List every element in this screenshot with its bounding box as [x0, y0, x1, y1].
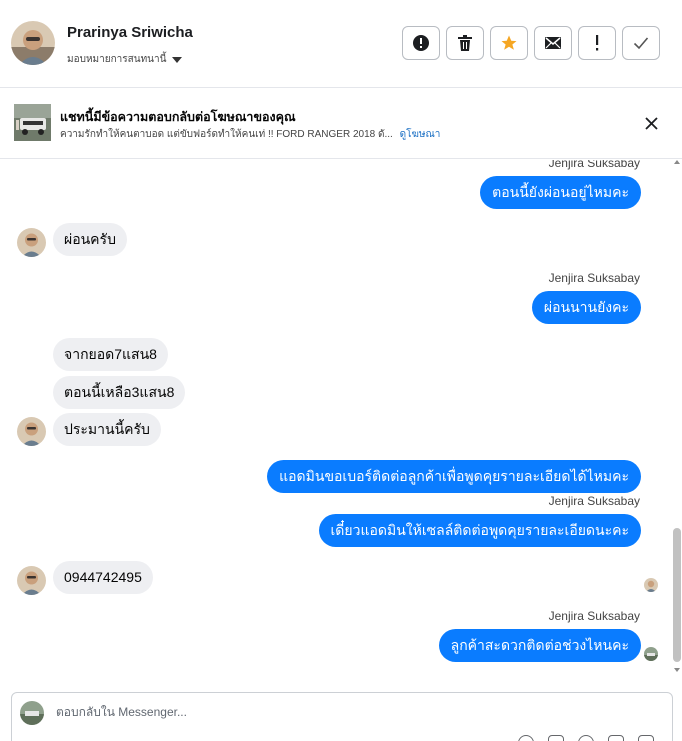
scrollbar-thumb[interactable] [673, 528, 681, 662]
reply-composer [11, 692, 673, 741]
sticker-icon[interactable] [608, 735, 624, 741]
contact-name[interactable]: Prarinya Sriwicha [67, 24, 193, 41]
scroll-up-arrow-icon[interactable] [674, 160, 680, 164]
image-icon[interactable] [548, 735, 564, 741]
close-banner-button[interactable] [641, 113, 661, 133]
ad-thumbnail[interactable] [14, 104, 51, 141]
ad-text: ความรักทำให้คนตาบอด แต่ขับฟอร์ดทำให้คนเท… [60, 129, 393, 140]
outgoing-message[interactable]: ผ่อนนานยังคะ [531, 291, 641, 324]
view-ad-link[interactable]: ดูโฆษณา [400, 129, 441, 140]
report-button[interactable] [402, 26, 440, 60]
page-avatar [20, 701, 44, 725]
contact-avatar[interactable] [11, 21, 55, 65]
message-thread: Jenjira Suksabay ตอนนี้ยังผ่อนอยู่ไหมคะ … [0, 160, 682, 686]
outgoing-message[interactable]: แอดมินขอเบอร์ติดต่อลูกค้าเพื่อพูดคุยรายล… [267, 460, 641, 493]
attachment-icon[interactable] [518, 735, 534, 741]
seen-avatar [644, 647, 658, 661]
envelope-icon [545, 37, 561, 49]
outgoing-message[interactable]: ตอนนี้ยังผ่อนอยู่ไหมคะ [480, 176, 641, 209]
alert-circle-icon [413, 35, 429, 51]
check-icon [633, 37, 649, 50]
star-button[interactable] [490, 26, 528, 60]
sender-name: Jenjira Suksabay [548, 271, 640, 285]
outgoing-message[interactable]: ลูกค้าสะดวกติดต่อช่วงไหนคะ [438, 629, 641, 662]
incoming-message[interactable]: จากยอด7แสน8 [53, 338, 168, 371]
seen-avatar [644, 578, 658, 592]
mark-unread-button[interactable] [534, 26, 572, 60]
delete-button[interactable] [446, 26, 484, 60]
ad-banner-subtitle: ความรักทำให้คนตาบอด แต่ขับฟอร์ดทำให้คนเท… [60, 127, 440, 142]
reply-input[interactable] [56, 705, 616, 719]
sender-name: Jenjira Suksabay [548, 494, 640, 508]
contact-avatar-small[interactable] [17, 566, 46, 595]
thread-scrollbar[interactable] [671, 160, 682, 686]
scroll-down-arrow-icon[interactable] [674, 668, 680, 672]
incoming-message[interactable]: ผ่อนครับ [53, 223, 127, 256]
sender-name: Jenjira Suksabay [548, 160, 640, 170]
done-button[interactable] [622, 26, 660, 60]
outgoing-message[interactable]: เดี๋ยวแอดมินให้เซลล์ติดต่อพูดคุยรายละเอี… [318, 514, 641, 547]
ad-banner-title: แชทนี้มีข้อความตอบกลับต่อโฆษณาของคุณ [60, 110, 296, 124]
trash-icon [458, 35, 472, 51]
conversation-actions [402, 26, 660, 60]
ad-reply-banner: แชทนี้มีข้อความตอบกลับต่อโฆษณาของคุณ ควา… [0, 89, 682, 159]
sender-name: Jenjira Suksabay [548, 609, 640, 623]
contact-avatar-small[interactable] [17, 228, 46, 257]
incoming-message[interactable]: 0944742495 [53, 561, 153, 594]
caret-down-icon [172, 56, 183, 63]
composer-toolbar [518, 735, 654, 741]
star-icon [501, 35, 517, 50]
emoji-icon[interactable] [578, 735, 594, 741]
incoming-message[interactable]: ประมานนี้ครับ [53, 413, 161, 446]
assign-label: มอบหมายการสนทนานี้ [67, 54, 167, 65]
conversation-header: Prarinya Sriwicha มอบหมายการสนทนานี้ [0, 0, 682, 88]
close-icon [644, 116, 658, 130]
more-icon[interactable] [638, 735, 654, 741]
contact-avatar-small[interactable] [17, 417, 46, 446]
exclamation-icon [596, 35, 599, 51]
assign-conversation-dropdown[interactable]: มอบหมายการสนทนานี้ [67, 52, 183, 67]
incoming-message[interactable]: ตอนนี้เหลือ3แสน8 [53, 376, 186, 409]
spam-button[interactable] [578, 26, 616, 60]
